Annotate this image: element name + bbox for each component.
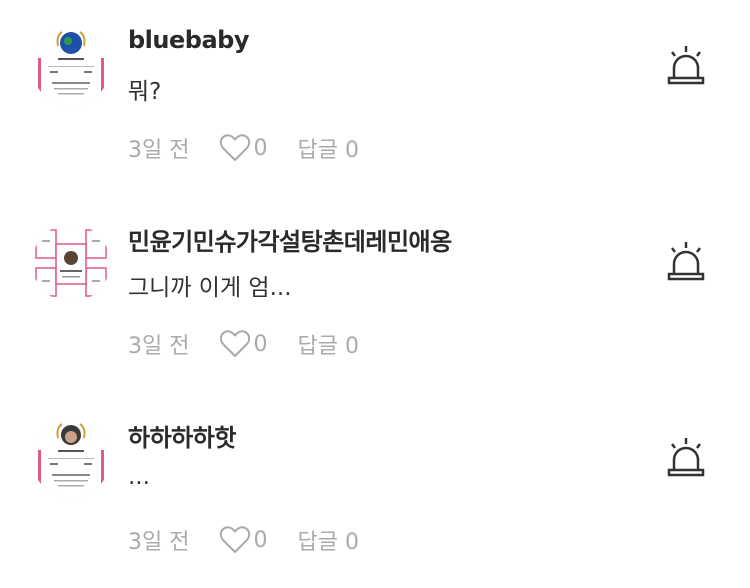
report-button[interactable] xyxy=(664,436,708,478)
comment-meta: 3일 전 0 답글 0 xyxy=(128,524,359,556)
heart-outline-icon xyxy=(220,134,251,161)
reply-button[interactable]: 답글 0 xyxy=(297,524,358,556)
comment-username[interactable]: 하하하하핫 xyxy=(128,418,236,453)
like-button[interactable]: 0 xyxy=(219,329,267,359)
like-count: 0 xyxy=(253,527,268,553)
comment-time: 3일 전 xyxy=(128,530,190,555)
report-button[interactable] xyxy=(664,44,708,86)
comment-item: 하하하하핫 ... 3일 전 0 답글 0 xyxy=(0,392,750,588)
siren-icon xyxy=(667,242,705,281)
comment-item: bluebaby 뭐? 3일 전 0 답글 0 xyxy=(0,0,750,196)
avatar[interactable] xyxy=(32,420,110,498)
comment-time: 3일 전 xyxy=(128,334,190,359)
reply-button[interactable]: 답글 0 xyxy=(297,132,358,164)
comment-item: 민윤기민슈가각설탕촌데레민애옹 그니까 이게 엄... 3일 전 0 답글 0 xyxy=(0,196,750,392)
like-count: 0 xyxy=(253,135,268,161)
comment-username[interactable]: bluebaby xyxy=(128,26,249,54)
avatar[interactable] xyxy=(32,224,110,302)
comment-time: 3일 전 xyxy=(128,138,190,163)
comment-username[interactable]: 민윤기민슈가각설탕촌데레민애옹 xyxy=(128,222,452,257)
report-button[interactable] xyxy=(664,240,708,282)
like-count: 0 xyxy=(253,331,268,357)
heart-outline-icon xyxy=(220,330,251,357)
comment-text: ... xyxy=(128,464,150,490)
comment-text: 뭐? xyxy=(128,79,162,105)
reply-button[interactable]: 답글 0 xyxy=(297,328,358,360)
comment-meta: 3일 전 0 답글 0 xyxy=(128,132,359,164)
avatar[interactable] xyxy=(32,28,110,106)
comment-text: 그니까 이게 엄... xyxy=(128,275,292,301)
comment-meta: 3일 전 0 답글 0 xyxy=(128,328,359,360)
siren-icon xyxy=(667,438,705,477)
heart-outline-icon xyxy=(220,526,251,553)
siren-icon xyxy=(667,46,705,85)
like-button[interactable]: 0 xyxy=(219,133,267,163)
like-button[interactable]: 0 xyxy=(219,525,267,555)
